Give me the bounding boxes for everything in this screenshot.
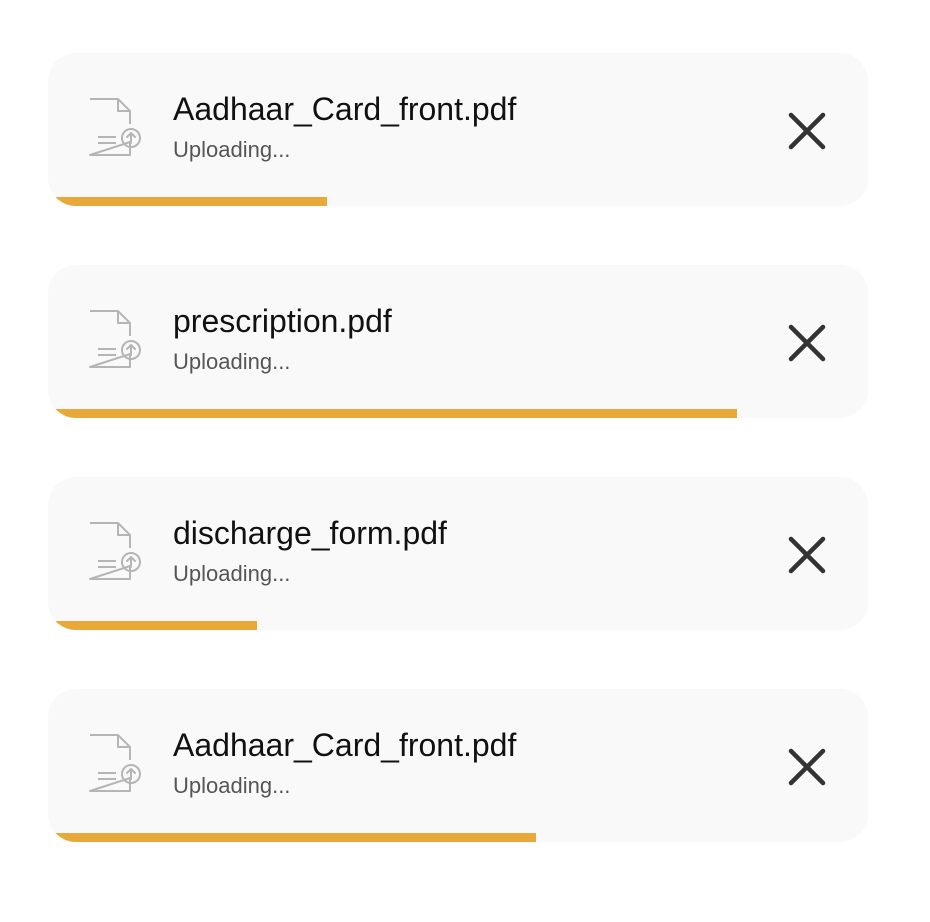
upload-list: Aadhaar_Card_front.pdf Uploading... pres… — [48, 53, 868, 842]
file-name: Aadhaar_Card_front.pdf — [173, 91, 517, 127]
upload-status: Uploading... — [173, 137, 291, 162]
upload-progress-fill — [48, 621, 258, 630]
upload-status: Uploading... — [173, 773, 291, 798]
file-name: Aadhaar_Card_front.pdf — [173, 727, 517, 763]
upload-progress-bar — [48, 197, 868, 206]
file-name: discharge_form.pdf — [173, 515, 447, 551]
cancel-upload-button[interactable] — [782, 742, 832, 792]
upload-item: prescription.pdf Uploading... — [48, 265, 868, 418]
close-icon — [787, 535, 827, 575]
upload-status: Uploading... — [173, 561, 291, 586]
upload-progress-fill — [48, 409, 737, 418]
upload-progress-fill — [48, 833, 536, 842]
cancel-upload-button[interactable] — [782, 106, 832, 156]
close-icon — [787, 111, 827, 151]
upload-progress-bar — [48, 409, 868, 418]
file-name: prescription.pdf — [173, 303, 392, 339]
cancel-upload-button[interactable] — [782, 318, 832, 368]
file-upload-icon — [86, 97, 146, 159]
upload-status: Uploading... — [173, 349, 291, 374]
upload-item: Aadhaar_Card_front.pdf Uploading... — [48, 689, 868, 842]
file-upload-icon — [86, 733, 146, 795]
file-upload-icon — [86, 521, 146, 583]
file-upload-icon — [86, 309, 146, 371]
close-icon — [787, 747, 827, 787]
upload-progress-bar — [48, 833, 868, 842]
cancel-upload-button[interactable] — [782, 530, 832, 580]
upload-progress-fill — [48, 197, 327, 206]
upload-item: discharge_form.pdf Uploading... — [48, 477, 868, 630]
close-icon — [787, 323, 827, 363]
upload-progress-bar — [48, 621, 868, 630]
upload-item: Aadhaar_Card_front.pdf Uploading... — [48, 53, 868, 206]
